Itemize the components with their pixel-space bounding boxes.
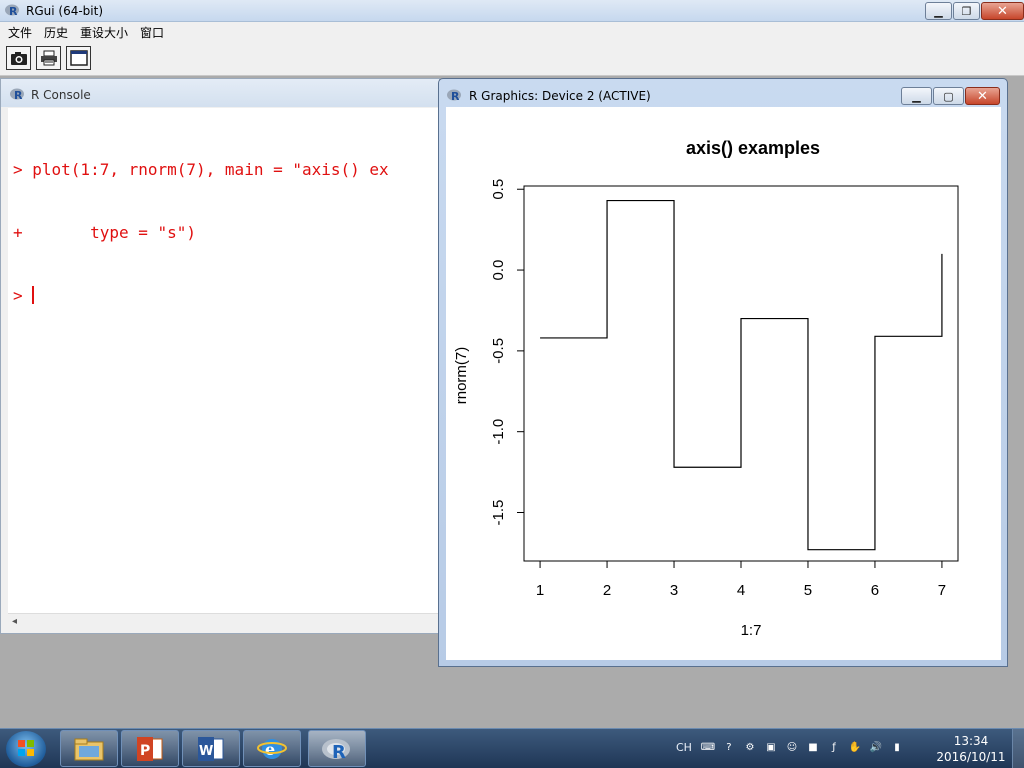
toolbar <box>0 41 1024 76</box>
graphics-maximize-button[interactable]: ▢ <box>933 87 964 105</box>
r-logo-icon: R <box>10 87 26 104</box>
y-tick-label: -0.5 <box>490 338 507 364</box>
volume-icon[interactable]: 🔊 <box>868 739 884 755</box>
show-desktop-button[interactable] <box>1012 729 1024 768</box>
r-logo-icon: R <box>5 3 21 20</box>
minimize-icon: ▁ <box>934 4 943 18</box>
internet-explorer-icon: e <box>257 738 287 759</box>
svg-text:R: R <box>9 5 18 17</box>
svg-text:R: R <box>332 742 346 763</box>
network-icon[interactable]: ▣ <box>763 739 779 755</box>
console-line: + type = "s") <box>13 223 197 242</box>
powerpoint-icon: P <box>137 736 163 761</box>
x-tick-label: 2 <box>603 582 611 599</box>
text-cursor <box>32 286 35 304</box>
windows-logo-icon <box>18 740 34 756</box>
r-logo-icon: R <box>447 88 463 105</box>
y-axis-label: rnorm(7) <box>453 347 470 405</box>
x-tick-label: 3 <box>670 582 678 599</box>
taskbar: P W e R CH ⌨ ? ⚙ ▣ ☺ ■ ƒ ✋ 🔊 ▮ 13:34 201… <box>0 728 1024 768</box>
restore-icon: ❐ <box>961 4 972 18</box>
print-button[interactable] <box>36 46 61 70</box>
menu-bar: 文件 历史 重设大小 窗口 <box>0 22 1024 41</box>
clock-date: 2016/10/11 <box>936 750 1006 764</box>
signal-icon[interactable]: ▮ <box>889 739 905 755</box>
r-console-titlebar[interactable]: R R Console <box>1 79 439 107</box>
flash-icon[interactable]: ƒ <box>826 739 842 755</box>
printer-icon <box>40 50 57 66</box>
console-line: > plot(1:7, rnorm(7), main = "axis() ex <box>13 160 389 179</box>
console-text-area[interactable]: > plot(1:7, rnorm(7), main = "axis() ex … <box>8 108 439 613</box>
y-tick-label: 0.0 <box>490 260 507 281</box>
chart-title: axis() examples <box>686 138 820 158</box>
console-prompt: > <box>13 286 33 305</box>
menu-file[interactable]: 文件 <box>2 22 38 41</box>
data-series-line <box>540 199 943 551</box>
svg-text:R: R <box>14 89 23 101</box>
console-window-button[interactable] <box>66 46 91 70</box>
close-icon: ✕ <box>997 3 1008 19</box>
clock[interactable]: 13:34 2016/10/11 <box>934 733 1008 765</box>
close-icon: ✕ <box>977 88 988 104</box>
copy-as-image-button[interactable] <box>6 46 31 70</box>
keyboard-icon[interactable]: ⌨ <box>700 739 716 755</box>
svg-text:P: P <box>140 743 150 759</box>
y-tick-label: 0.5 <box>490 179 507 200</box>
r-console-window[interactable]: R R Console > plot(1:7, rnorm(7), main =… <box>0 78 440 634</box>
plot-canvas[interactable]: axis() examples 1 2 3 4 5 6 7 1:7 0.5 0.0 -0.5 -1.0 -… <box>446 107 1001 660</box>
tray-app-icon[interactable]: ✋ <box>847 739 863 755</box>
graphics-minimize-button[interactable]: ▁ <box>901 87 932 105</box>
svg-text:R: R <box>451 90 460 102</box>
graphics-close-button[interactable]: ✕ <box>965 87 1000 105</box>
taskbar-ie[interactable]: e <box>243 730 301 767</box>
r-icon: R <box>322 738 350 763</box>
word-icon: W <box>198 736 224 761</box>
x-tick-label: 1 <box>536 582 544 599</box>
x-tick-label: 4 <box>737 582 745 599</box>
r-graphics-title: R Graphics: Device 2 (ACTIVE) <box>469 89 651 103</box>
close-button[interactable]: ✕ <box>981 2 1024 20</box>
system-tray: CH ⌨ ? ⚙ ▣ ☺ ■ ƒ ✋ 🔊 ▮ <box>676 739 910 755</box>
scroll-left-icon[interactable]: ◂ <box>12 616 17 627</box>
input-language[interactable]: CH <box>676 741 692 754</box>
window-title: RGui (64-bit) <box>26 4 104 18</box>
help-icon[interactable]: ? <box>721 739 737 755</box>
menu-history[interactable]: 历史 <box>38 22 74 41</box>
taskbar-word[interactable]: W <box>182 730 240 767</box>
maximize-icon: ▢ <box>943 89 954 103</box>
horizontal-scrollbar[interactable]: ◂ <box>8 613 439 630</box>
x-axis-label: 1:7 <box>741 622 762 639</box>
rgui-titlebar[interactable]: R RGui (64-bit) ▁ ❐ ✕ <box>0 0 1024 22</box>
x-tick-label: 7 <box>938 582 946 599</box>
minimize-button[interactable]: ▁ <box>925 2 952 20</box>
y-tick-label: -1.5 <box>490 500 507 526</box>
restore-button[interactable]: ❐ <box>953 2 980 20</box>
x-tick-label: 5 <box>804 582 812 599</box>
r-graphics-window[interactable]: R R Graphics: Device 2 (ACTIVE) ▁ ▢ ✕ ax… <box>438 78 1008 667</box>
minimize-icon: ▁ <box>912 89 921 103</box>
camera-icon <box>10 52 27 65</box>
menu-window[interactable]: 窗口 <box>134 22 170 41</box>
security-icon[interactable]: ☺ <box>784 739 800 755</box>
clock-time: 13:34 <box>953 734 989 748</box>
svg-text:W: W <box>199 744 213 759</box>
x-tick-label: 6 <box>871 582 879 599</box>
settings-icon[interactable]: ⚙ <box>742 739 758 755</box>
file-explorer-icon <box>74 738 104 760</box>
console-window-icon <box>69 50 88 66</box>
taskbar-powerpoint[interactable]: P <box>121 730 179 767</box>
taskbar-explorer[interactable] <box>60 730 118 767</box>
taskbar-rgui[interactable]: R <box>308 730 366 767</box>
r-console-title: R Console <box>31 88 91 102</box>
menu-resize[interactable]: 重设大小 <box>74 22 134 41</box>
start-button[interactable] <box>6 731 46 767</box>
step-chart: axis() examples 1 2 3 4 5 6 7 1:7 0.5 0.0 -0.5 -1.0 -… <box>453 138 959 639</box>
app-tray-icon[interactable]: ■ <box>805 739 821 755</box>
y-tick-label: -1.0 <box>490 419 507 445</box>
